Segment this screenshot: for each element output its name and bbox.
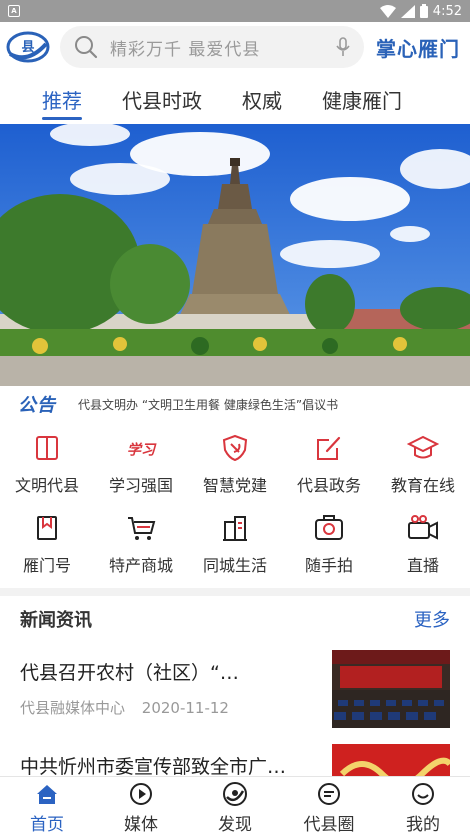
grid-item-xuexi[interactable]: 学习 学习强国 — [94, 424, 188, 504]
tab-recommended[interactable]: 推荐 — [0, 76, 102, 122]
nav-label: 代县圈 — [303, 815, 355, 835]
grid-item-snapshot[interactable]: 随手拍 — [282, 504, 376, 584]
news-more-link[interactable]: 更多 — [414, 606, 450, 632]
tab-health[interactable]: 健康雁门 — [302, 76, 422, 122]
news-headline: 中共忻州市委宣传部致全市广… — [20, 756, 287, 778]
banner-image[interactable] — [0, 124, 470, 386]
nav-label: 发现 — [218, 815, 252, 835]
grid-label: 随手拍 — [304, 556, 353, 575]
news-source: 代县融媒体中心 — [20, 699, 126, 717]
microphone-icon[interactable] — [336, 37, 350, 57]
nav-label: 首页 — [30, 815, 64, 835]
search-bar[interactable]: 精彩万千 最爱代县 — [60, 26, 364, 68]
status-bar: A 4:52 — [0, 0, 470, 22]
home-icon — [37, 785, 57, 804]
category-tabs: 推荐 代县时政 权威 健康雁门 — [0, 76, 470, 122]
grid-label: 代县政务 — [296, 476, 361, 495]
news-thumbnail — [332, 650, 450, 728]
battery-icon — [419, 4, 428, 18]
news-section-title: 新闻资讯 — [20, 610, 92, 631]
book-icon — [36, 436, 58, 460]
grid-label: 学习强国 — [108, 476, 173, 495]
grid-label: 智慧党建 — [202, 476, 267, 495]
grid-label: 同城生活 — [202, 556, 267, 575]
announcement-tag: 公告 — [18, 395, 56, 416]
grid-label: 直播 — [406, 556, 439, 575]
buildings-icon — [223, 516, 247, 541]
chat-icon — [318, 783, 340, 805]
news-item[interactable]: 代县召开农村（社区）“… 代县融媒体中心 2020-11-12 — [0, 650, 470, 736]
camera-icon — [315, 515, 343, 540]
nav-discover[interactable]: 发现 — [188, 777, 282, 838]
announcement-bar[interactable]: 公告 代县文明办 “文明卫生用餐 健康绿色生活”倡议书 — [0, 386, 470, 422]
announcement-text: 代县文明办 “文明卫生用餐 健康绿色生活”倡议书 — [78, 397, 339, 412]
video-camera-icon — [408, 515, 438, 540]
grid-item-live[interactable]: 直播 — [376, 504, 470, 584]
search-placeholder: 精彩万千 最爱代县 — [110, 39, 261, 60]
nav-home[interactable]: 首页 — [0, 777, 94, 838]
edit-icon — [317, 436, 341, 460]
news-header: 新闻资讯 更多 — [0, 600, 470, 638]
grid-item-party[interactable]: 智慧党建 — [188, 424, 282, 504]
cart-icon — [128, 517, 156, 540]
tab-county-politics[interactable]: 代县时政 — [102, 76, 222, 122]
news-headline: 代县召开农村（社区）“… — [20, 662, 239, 684]
grid-label: 雁门号 — [22, 556, 71, 575]
xuexi-icon-text: 学习 — [127, 442, 157, 459]
news-date: 2020-11-12 — [141, 699, 229, 717]
section-divider — [0, 588, 470, 596]
pagoda-photo — [0, 124, 470, 386]
grid-label: 文明代县 — [14, 476, 79, 495]
header: 县 精彩万千 最爱代县 掌心雁门 — [0, 22, 470, 72]
status-time: 4:52 — [432, 3, 462, 19]
grid-item-mall[interactable]: 特产商城 — [94, 504, 188, 584]
app-notification-icon: A — [8, 5, 20, 17]
play-icon — [130, 783, 152, 805]
logo-icon: 县 — [6, 31, 50, 63]
nav-profile[interactable]: 我的 — [376, 777, 470, 838]
grid-item-yanmen[interactable]: 雁门号 — [0, 504, 94, 584]
bottom-navigation: 首页 媒体 发现 代县圈 我的 — [0, 776, 470, 838]
search-icon — [75, 36, 98, 59]
graduation-cap-icon — [407, 435, 439, 459]
nav-label: 我的 — [406, 815, 440, 835]
party-shield-icon — [222, 434, 248, 462]
wifi-icon — [379, 4, 396, 18]
bookmark-icon — [37, 516, 57, 540]
nav-circle[interactable]: 代县圈 — [282, 777, 376, 838]
grid-item-civilized[interactable]: 文明代县 — [0, 424, 94, 504]
grid-item-education[interactable]: 教育在线 — [376, 424, 470, 504]
profile-icon — [412, 783, 434, 805]
grid-item-city-life[interactable]: 同城生活 — [188, 504, 282, 584]
nav-media[interactable]: 媒体 — [94, 777, 188, 838]
grid-item-government[interactable]: 代县政务 — [282, 424, 376, 504]
discover-icon — [223, 782, 247, 806]
brand-title: 掌心雁门 — [376, 36, 460, 61]
app-logo[interactable]: 县 — [6, 30, 50, 64]
grid-label: 特产商城 — [108, 556, 173, 575]
tab-authority[interactable]: 权威 — [222, 76, 302, 122]
xuexi-icon: 学习 — [127, 442, 157, 459]
function-grid: 文明代县 学习 学习强国 智慧党建 代县政务 教育在线 雁门号 特产商城 同城生… — [0, 424, 470, 584]
signal-icon — [400, 4, 415, 18]
logo-text: 县 — [21, 40, 34, 55]
nav-label: 媒体 — [124, 815, 158, 835]
grid-label: 教育在线 — [390, 476, 455, 495]
